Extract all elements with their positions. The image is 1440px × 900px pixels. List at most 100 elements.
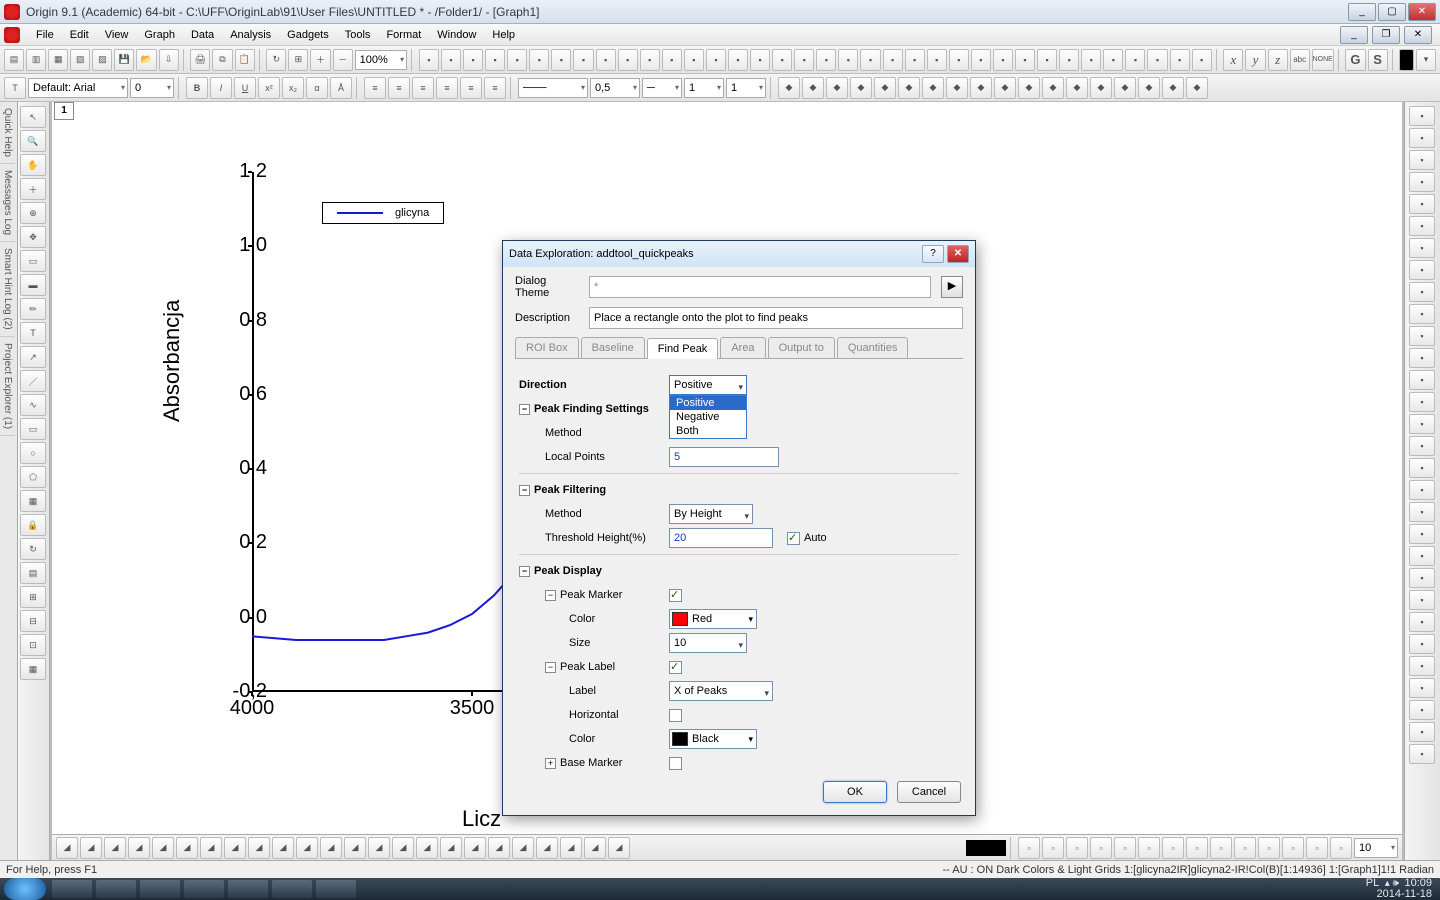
taskbar-origin[interactable]: [272, 880, 312, 898]
toolbar-button[interactable]: ▪: [441, 49, 461, 71]
localpoints-input[interactable]: 5: [669, 447, 779, 467]
right-tool-button[interactable]: ▪: [1409, 392, 1435, 412]
expander-pfs[interactable]: −: [519, 404, 530, 415]
subscript-icon[interactable]: x₂: [282, 77, 304, 99]
expander-pl[interactable]: −: [545, 662, 556, 673]
toolbar-button[interactable]: ▪: [1081, 49, 1101, 71]
right-tool-button[interactable]: ▪: [1409, 414, 1435, 434]
menu-window[interactable]: Window: [429, 29, 484, 41]
plot-type-button[interactable]: ◢: [200, 837, 222, 859]
screen-reader-icon[interactable]: ⊕: [20, 202, 46, 224]
toolbar-button[interactable]: ▪: [816, 49, 836, 71]
plot-type-button[interactable]: ◢: [464, 837, 486, 859]
pf-method-combo[interactable]: By Height: [669, 504, 753, 524]
format-button[interactable]: ◆: [922, 77, 944, 99]
bold-icon[interactable]: B: [186, 77, 208, 99]
graph-tool-button[interactable]: ▫: [1114, 837, 1136, 859]
align-icon[interactable]: ≡: [436, 77, 458, 99]
toolbar-button[interactable]: ▪: [529, 49, 549, 71]
bottom-spin[interactable]: 10: [1354, 838, 1398, 858]
right-tool-button[interactable]: ▪: [1409, 568, 1435, 588]
format-button[interactable]: ◆: [778, 77, 800, 99]
right-tool-button[interactable]: ▪: [1409, 216, 1435, 236]
expander-pd[interactable]: −: [519, 566, 530, 577]
right-tool-button[interactable]: ▪: [1409, 612, 1435, 632]
tab-quick-help[interactable]: Quick Help: [0, 102, 15, 164]
pl-color-combo[interactable]: Black: [669, 729, 757, 749]
circle-icon[interactable]: ○: [20, 442, 46, 464]
extract-icon[interactable]: ⊟: [20, 610, 46, 632]
toolbar-button[interactable]: ▪: [640, 49, 660, 71]
format-button[interactable]: ◆: [1018, 77, 1040, 99]
right-tool-button[interactable]: ▪: [1409, 744, 1435, 764]
theme-input[interactable]: *: [589, 276, 931, 298]
new-workbook-icon[interactable]: ▥: [26, 49, 46, 71]
merge-icon[interactable]: ⊡: [20, 634, 46, 656]
zoom-in-icon[interactable]: ＋: [310, 49, 330, 71]
new-project-icon[interactable]: ▤: [4, 49, 24, 71]
graph-tool-button[interactable]: ▫: [1306, 837, 1328, 859]
print-icon[interactable]: 🖨: [190, 49, 210, 71]
none-icon[interactable]: NONE: [1312, 49, 1334, 71]
plot-type-button[interactable]: ◢: [488, 837, 510, 859]
menu-format[interactable]: Format: [378, 29, 429, 41]
toolbar-button[interactable]: ▪: [794, 49, 814, 71]
spin3-combo[interactable]: 1: [726, 78, 766, 98]
right-tool-button[interactable]: ▪: [1409, 590, 1435, 610]
maximize-button[interactable]: ▢: [1378, 3, 1406, 21]
lock-icon[interactable]: 🔒: [20, 514, 46, 536]
tab-smart-hint[interactable]: Smart Hint Log (2): [0, 242, 15, 337]
graph-tool-button[interactable]: ▫: [1138, 837, 1160, 859]
refresh-icon[interactable]: ↻: [266, 49, 286, 71]
s-icon[interactable]: S: [1368, 49, 1388, 71]
right-tool-button[interactable]: ▪: [1409, 656, 1435, 676]
peak-label-checkbox[interactable]: [669, 661, 682, 674]
plot-type-button[interactable]: ◢: [248, 837, 270, 859]
menu-edit[interactable]: Edit: [62, 29, 97, 41]
region-icon[interactable]: ▭: [20, 250, 46, 272]
direction-option-both[interactable]: Both: [670, 424, 746, 438]
add-icon[interactable]: ⊞: [20, 586, 46, 608]
taskbar-ie[interactable]: [184, 880, 224, 898]
new-graph-icon[interactable]: ▦: [48, 49, 68, 71]
line-style-combo[interactable]: ───: [518, 78, 588, 98]
toolbar-button[interactable]: ▪: [971, 49, 991, 71]
right-tool-button[interactable]: ▪: [1409, 238, 1435, 258]
direction-option-positive[interactable]: Positive: [670, 396, 746, 410]
format-button[interactable]: ◆: [1162, 77, 1184, 99]
mdi-close-button[interactable]: ✕: [1404, 26, 1432, 44]
plot-type-button[interactable]: ◢: [128, 837, 150, 859]
pan-icon[interactable]: ✋: [20, 154, 46, 176]
plot-type-button[interactable]: ◢: [152, 837, 174, 859]
close-button[interactable]: ✕: [1408, 3, 1436, 21]
align-icon[interactable]: ≡: [484, 77, 506, 99]
graph-tool-button[interactable]: ▫: [1162, 837, 1184, 859]
expander-pf[interactable]: −: [519, 485, 530, 496]
format-button[interactable]: ◆: [1186, 77, 1208, 99]
toolbar-button[interactable]: ▪: [618, 49, 638, 71]
tab-messages-log[interactable]: Messages Log: [0, 164, 15, 242]
toolbar-button[interactable]: ▪: [1037, 49, 1057, 71]
toolbar-button[interactable]: ▪: [883, 49, 903, 71]
rotate-icon[interactable]: ↻: [20, 538, 46, 560]
graph-tool-button[interactable]: ▫: [1042, 837, 1064, 859]
right-tool-button[interactable]: ▪: [1409, 436, 1435, 456]
line-width-combo[interactable]: 0,5: [590, 78, 640, 98]
line-dash-combo[interactable]: ─: [642, 78, 682, 98]
dialog-close-button[interactable]: ✕: [947, 245, 969, 263]
data-selector-icon[interactable]: ✥: [20, 226, 46, 248]
right-tool-button[interactable]: ▪: [1409, 348, 1435, 368]
graph-tool-button[interactable]: ▫: [1186, 837, 1208, 859]
right-tool-button[interactable]: ▪: [1409, 128, 1435, 148]
menu-graph[interactable]: Graph: [136, 29, 183, 41]
direction-option-negative[interactable]: Negative: [670, 410, 746, 424]
label-combo[interactable]: X of Peaks: [669, 681, 773, 701]
toolbar-button[interactable]: ▪: [706, 49, 726, 71]
spin2-combo[interactable]: 1: [684, 78, 724, 98]
z-label-icon[interactable]: z: [1268, 49, 1288, 71]
toolbar-button[interactable]: ▪: [927, 49, 947, 71]
graph-tool-button[interactable]: ▫: [1258, 837, 1280, 859]
pm-size-combo[interactable]: 10: [669, 633, 747, 653]
toolbar-button[interactable]: ▪: [1170, 49, 1190, 71]
toolbar-button[interactable]: ▪: [1015, 49, 1035, 71]
